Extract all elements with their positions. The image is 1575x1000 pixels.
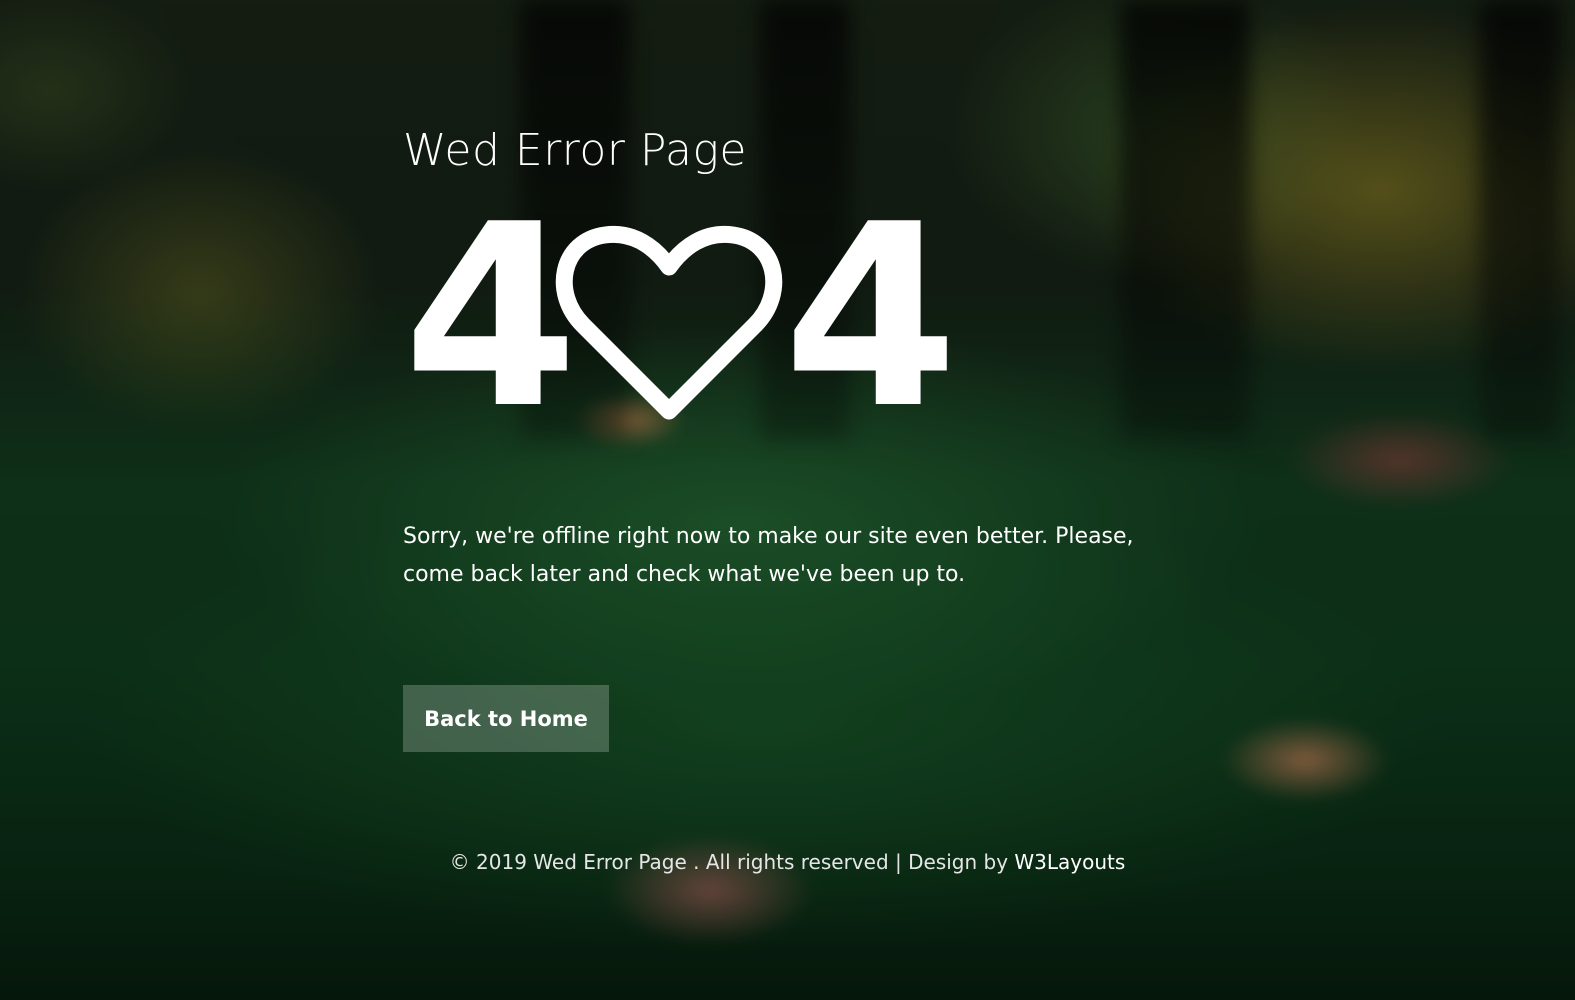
error-message: Sorry, we're offline right now to make o… (403, 524, 1134, 587)
error-digit-right: 4 (783, 171, 959, 464)
error-page: Wed Error Page 4 4 Sorry, we're offline … (0, 0, 1575, 1000)
error-code: 4 4 (403, 171, 963, 464)
page-title: Wed Error Page (403, 125, 747, 176)
main-content: Wed Error Page 4 4 Sorry, we're offline … (403, 125, 1163, 752)
heart-icon (555, 225, 783, 420)
footer-design-link[interactable]: W3Layouts (1014, 850, 1125, 874)
back-to-home-button[interactable]: Back to Home (403, 685, 609, 752)
footer: © 2019 Wed Error Page . All rights reser… (0, 850, 1575, 874)
footer-copyright: © 2019 Wed Error Page . All rights reser… (449, 850, 1015, 874)
